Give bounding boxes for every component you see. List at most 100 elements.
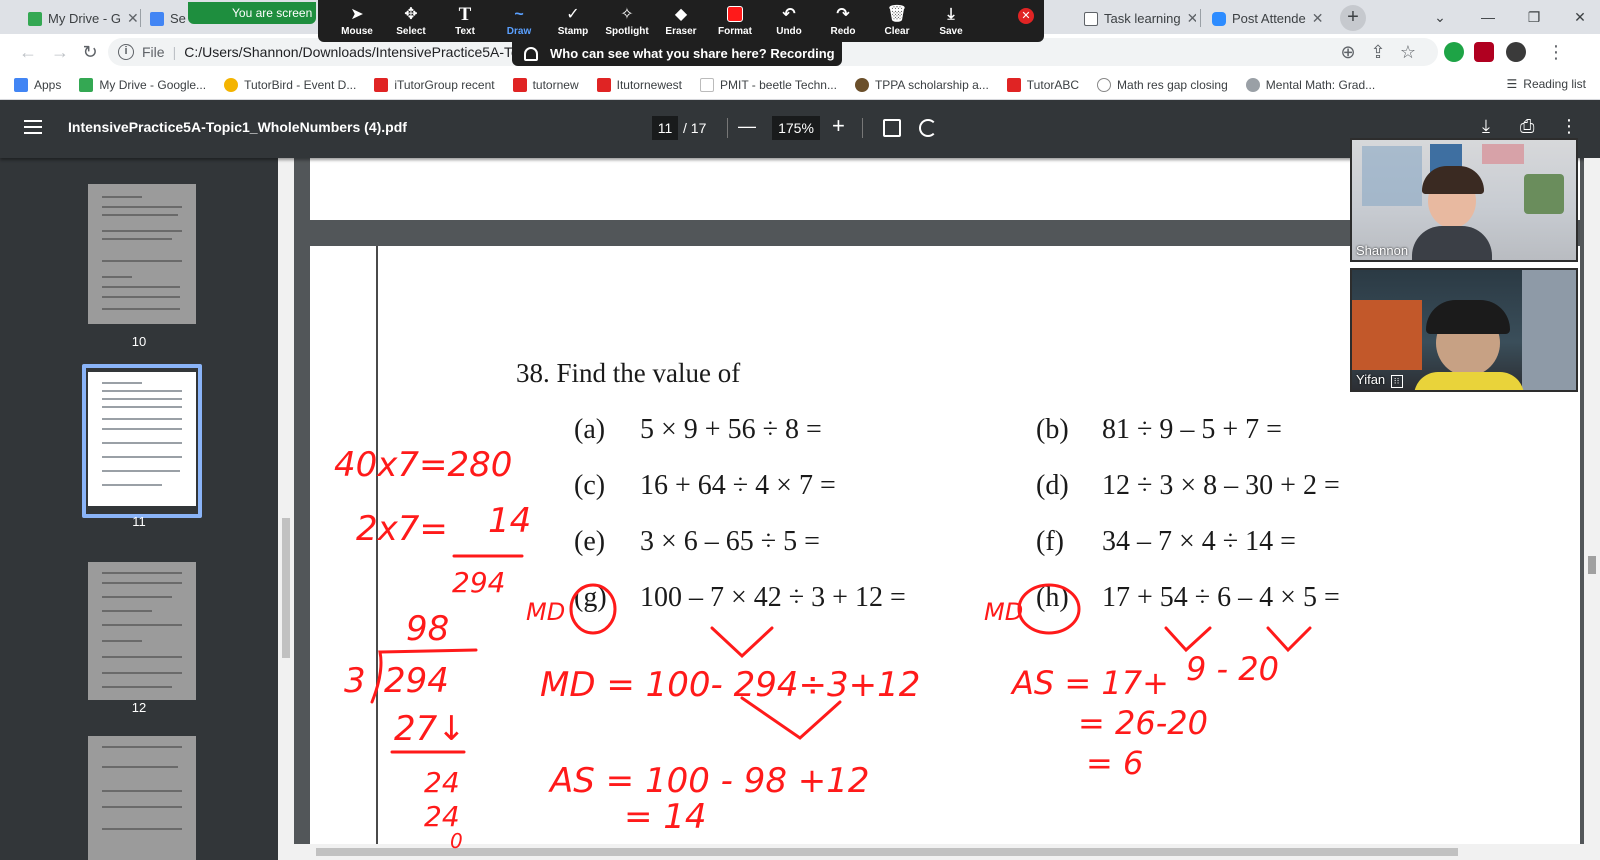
redo-tool[interactable]: ↷ Redo [816, 0, 870, 42]
redo-icon: ↷ [836, 5, 850, 23]
forward-icon[interactable]: → [48, 40, 72, 64]
close-icon[interactable]: ✕ [1187, 10, 1196, 27]
check-icon: ✓ [566, 5, 580, 23]
bookmark-tutorabc[interactable]: TutorABC [1006, 77, 1079, 92]
minimize-button[interactable]: — [1468, 4, 1508, 30]
tab-task-learning[interactable]: Task learning ✕ [1076, 3, 1196, 34]
question-expression: 5 × 9 + 56 ÷ 8 = [640, 414, 822, 445]
profile-avatar[interactable] [1506, 42, 1526, 62]
question-label: (b) [1036, 414, 1069, 445]
back-icon[interactable]: ← [16, 40, 40, 64]
itutor-icon [512, 77, 527, 92]
bookmarks-bar: Apps My Drive - Google... TutorBird - Ev… [0, 70, 1600, 100]
participant-video-yifan[interactable]: Yifan ⁝⁝ [1350, 268, 1578, 392]
globe-icon [1097, 77, 1112, 92]
bookmark-my-drive[interactable]: My Drive - Google... [79, 77, 206, 92]
close-window-button[interactable]: ✕ [1560, 4, 1600, 30]
zoom-magnifier-icon[interactable]: ⊕ [1336, 40, 1360, 64]
print-icon[interactable]: ⎙ [1520, 116, 1534, 137]
share-icon[interactable]: ⇪ [1366, 40, 1390, 64]
thumbnail-label: 11 [132, 514, 146, 529]
pdf-title: IntensivePractice5A-Topic1_WholeNumbers … [68, 119, 407, 135]
tab-post-attendee[interactable]: Post Attende ✕ [1204, 3, 1330, 34]
question-expression: 12 ÷ 3 × 8 – 30 + 2 = [1102, 470, 1340, 501]
move-icon: ✥ [404, 5, 418, 23]
thumbnail-page[interactable] [88, 184, 196, 324]
clear-tool[interactable]: 🗑 Clear [870, 0, 924, 42]
tab-second[interactable]: Se [142, 3, 192, 34]
question-heading: 38. Find the value of [516, 358, 741, 388]
page-total: / 17 [683, 120, 707, 136]
download-icon[interactable]: ⤓ [1482, 116, 1490, 137]
url-scheme: File [142, 44, 165, 60]
viewer-vertical-scrollbar[interactable] [1584, 158, 1600, 860]
question-label: (d) [1036, 470, 1069, 501]
sidebar-scrollbar[interactable] [278, 158, 294, 860]
question-expression: 100 – 7 × 42 ÷ 3 + 12 = [640, 582, 906, 613]
bookmark-itutorgroup[interactable]: iTutorGroup recent [374, 77, 495, 92]
viewer-horizontal-scrollbar[interactable] [294, 844, 1584, 860]
zoom-level-input[interactable]: 175% [772, 116, 820, 140]
drive-icon [79, 77, 94, 92]
zoom-out-button[interactable]: — [738, 116, 756, 137]
more-menu-icon[interactable]: ⋮ [1544, 40, 1568, 64]
close-annotation-icon[interactable]: ✕ [1018, 8, 1034, 24]
page-icon [700, 77, 714, 92]
itutor-icon [374, 77, 389, 92]
undo-tool[interactable]: ↶ Undo [762, 0, 816, 42]
screen-share-notice: You are screen [188, 2, 316, 24]
tab-label: Se [170, 11, 186, 26]
download-icon: ⤓ [947, 5, 955, 23]
reading-list-button[interactable]: ☰ Reading list [1507, 77, 1586, 91]
reload-icon[interactable]: ↻ [78, 40, 102, 64]
bookmark-mental-math[interactable]: Mental Math: Grad... [1245, 77, 1375, 92]
draw-tool[interactable]: ~ Draw [492, 0, 546, 42]
thumbnail-page[interactable] [88, 562, 196, 700]
format-tool[interactable]: Format [708, 0, 762, 42]
info-icon[interactable]: i [118, 44, 134, 60]
caption-icon: ⁝⁝ [1390, 375, 1403, 388]
new-tab-button[interactable]: + [1340, 5, 1366, 31]
bookmark-math-res[interactable]: Math res gap closing [1097, 77, 1228, 92]
itutor-icon [596, 77, 611, 92]
bookmark-star-icon[interactable]: ☆ [1396, 40, 1420, 64]
zoom-icon [1212, 11, 1226, 26]
tab-search-icon[interactable]: ⌄ [1420, 4, 1460, 30]
recording-banner[interactable]: Who can see what you share here? Recordi… [512, 42, 842, 85]
globe-icon [1245, 77, 1260, 92]
select-tool[interactable]: ✥ Select [384, 0, 438, 42]
thumbnail-page[interactable] [88, 736, 196, 860]
eraser-tool[interactable]: ◆ Eraser [654, 0, 708, 42]
bookmark-tppa[interactable]: TPPA scholarship a... [854, 77, 989, 92]
maximize-button[interactable]: ❐ [1514, 4, 1554, 30]
ublock-icon[interactable] [1474, 42, 1494, 62]
save-tool[interactable]: ⤓ Save [924, 0, 978, 42]
pdf-viewer [294, 158, 1600, 860]
spotlight-tool[interactable]: ✧ Spotlight [600, 0, 654, 42]
tab-label: Post Attende [1232, 11, 1306, 26]
extension-icon[interactable] [1444, 42, 1464, 62]
fit-page-icon[interactable] [883, 119, 901, 137]
stamp-tool[interactable]: ✓ Stamp [546, 0, 600, 42]
text-tool[interactable]: T Text [438, 0, 492, 42]
close-icon[interactable]: ✕ [127, 10, 138, 27]
zoom-in-button[interactable]: + [832, 113, 845, 139]
tab-my-drive[interactable]: My Drive - G ✕ [20, 3, 138, 34]
mouse-tool[interactable]: ➤ Mouse [330, 0, 384, 42]
close-icon[interactable]: ✕ [1312, 10, 1324, 27]
rotate-icon[interactable] [919, 119, 937, 137]
bookmark-itutornewest[interactable]: Itutornewest [596, 77, 682, 92]
undo-icon: ↶ [782, 5, 796, 23]
page-margin-line [376, 246, 378, 860]
more-options-icon[interactable]: ⋮ [1560, 116, 1578, 137]
bookmark-tutornew[interactable]: tutornew [512, 77, 579, 92]
bookmark-apps[interactable]: Apps [14, 77, 61, 92]
hamburger-menu-icon[interactable] [24, 120, 42, 134]
bookmark-tutorbird[interactable]: TutorBird - Event D... [224, 77, 356, 92]
thumbnail-page-current[interactable] [88, 372, 196, 506]
question-label: (e) [574, 526, 606, 557]
bookmark-pmit[interactable]: PMIT - beetle Techn... [700, 77, 837, 92]
page-number-input[interactable]: 11 [652, 116, 678, 140]
participant-video-shannon[interactable]: Shannon [1350, 138, 1578, 262]
question-expression: 3 × 6 – 65 ÷ 5 = [640, 526, 820, 557]
